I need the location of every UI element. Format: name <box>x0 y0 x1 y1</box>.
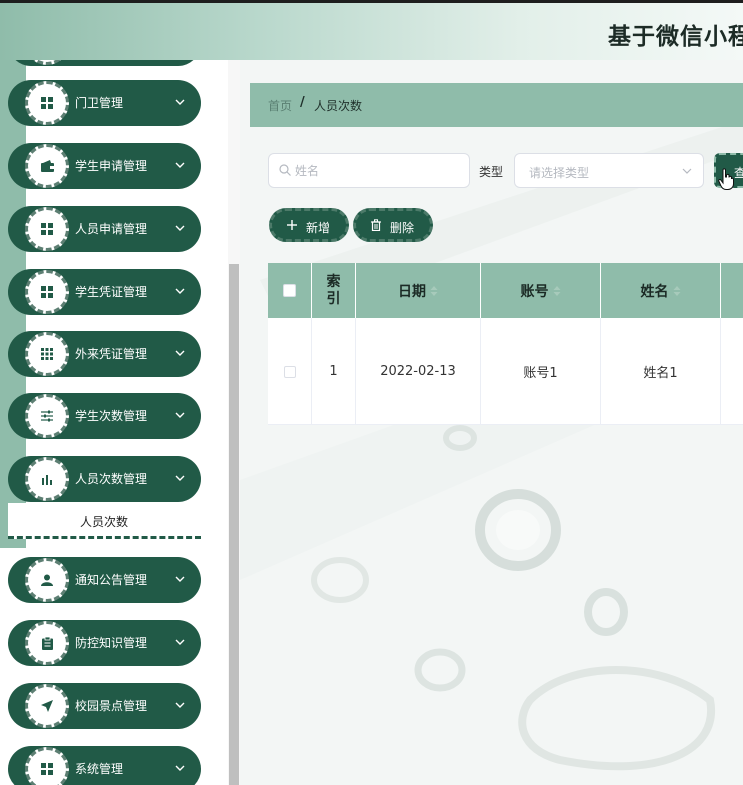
grid-icon <box>25 60 69 65</box>
sidebar-item-student-application[interactable]: 学生申请管理 <box>8 143 201 189</box>
grid-icon <box>25 747 69 785</box>
grid-icon <box>25 270 69 314</box>
delete-button-label: 删除 <box>390 221 415 235</box>
sidebar-menu: 门卫管理 学生申请管理 人员申请管理 学生凭证管理 外来凭证管理 学生次数管理 … <box>0 60 228 785</box>
add-button[interactable]: 新增 <box>269 208 349 242</box>
type-select[interactable]: 请选择类型 <box>514 153 704 188</box>
breadcrumb-separator: / <box>300 95 305 110</box>
chevron-down-icon <box>175 702 185 708</box>
plus-icon <box>287 220 297 230</box>
main-content: 首页 / 人员次数 类型 请选择类型 查 新增 删除 索 引 <box>240 60 743 785</box>
column-header-label: 日期 <box>398 283 426 300</box>
type-select-placeholder: 请选择类型 <box>529 166 590 180</box>
send-icon <box>25 684 69 728</box>
query-button-label: 查 <box>734 166 743 180</box>
wallet-icon <box>25 144 69 188</box>
table-header: 索 引 日期 账号 姓名 <box>268 263 743 318</box>
table-row[interactable]: 1 2022-02-13 账号1 姓名1 <box>268 318 743 425</box>
chevron-down-icon <box>175 162 185 168</box>
column-header-name[interactable]: 姓名 <box>601 263 721 318</box>
top-header: 基于微信小程 <box>0 0 743 60</box>
chevron-down-icon <box>175 576 185 582</box>
sidebar-item-student-count[interactable]: 学生次数管理 <box>8 393 201 439</box>
sidebar-item-label: 人员申请管理 <box>75 222 148 236</box>
sliders-icon <box>25 394 69 438</box>
chevron-down-icon <box>175 288 185 294</box>
chevron-up-icon <box>175 475 185 481</box>
breadcrumb-home[interactable]: 首页 <box>268 97 292 114</box>
sidebar-item-student-credential[interactable]: 学生凭证管理 <box>8 269 201 315</box>
column-header-index-line1: 索 <box>326 273 341 290</box>
cell-account: 账号1 <box>481 318 601 425</box>
breadcrumb-current: 人员次数 <box>314 99 363 113</box>
cell-more <box>721 318 743 425</box>
hand-cursor-icon <box>718 168 734 190</box>
sidebar-item-staff-count[interactable]: 人员次数管理 <box>8 456 201 502</box>
breadcrumb: 首页 / 人员次数 <box>250 83 743 127</box>
search-icon <box>279 164 291 176</box>
cell-name: 姓名1 <box>601 318 721 425</box>
column-header-date[interactable]: 日期 <box>356 263 481 318</box>
sidebar-item-label: 门卫管理 <box>75 96 124 110</box>
submenu-item-label: 人员次数 <box>80 515 129 529</box>
chevron-down-icon <box>175 225 185 231</box>
sidebar-item-prevention-knowledge[interactable]: 防控知识管理 <box>8 620 201 666</box>
chevron-down-icon <box>175 412 185 418</box>
sort-icon[interactable] <box>430 285 438 296</box>
bar-chart-icon <box>25 457 69 501</box>
sidebar-item-label: 学生次数管理 <box>75 409 148 423</box>
column-header-index-line2: 引 <box>326 290 341 307</box>
sidebar-item-gatekeeper[interactable]: 门卫管理 <box>8 80 201 126</box>
submenu-item-staff-count[interactable]: 人员次数 <box>8 503 201 539</box>
sidebar-item-label: 学生申请管理 <box>75 159 148 173</box>
sort-icon[interactable] <box>553 285 561 296</box>
name-search-input[interactable] <box>295 154 465 187</box>
cell-index: 1 <box>312 318 356 425</box>
sidebar-item-label: 学生凭证管理 <box>75 285 148 299</box>
column-header-account[interactable]: 账号 <box>481 263 601 318</box>
sidebar-item-notice[interactable]: 通知公告管理 <box>8 557 201 603</box>
chevron-down-icon <box>175 639 185 645</box>
chevron-down-icon <box>682 168 692 174</box>
grid-icon <box>25 81 69 125</box>
data-table: 索 引 日期 账号 姓名 1 2022-02-13 账号1 姓名1 <box>268 263 743 425</box>
sidebar-item-system[interactable]: 系统管理 <box>8 746 201 785</box>
grid-icon <box>25 207 69 251</box>
trash-icon <box>371 219 381 231</box>
add-button-label: 新增 <box>306 221 331 235</box>
chevron-down-icon <box>175 99 185 105</box>
sidebar-item-staff-application[interactable]: 人员申请管理 <box>8 206 201 252</box>
sidebar-item-label: 系统管理 <box>75 762 124 776</box>
sidebar-item-campus-spots[interactable]: 校园景点管理 <box>8 683 201 729</box>
sidebar-item-hidden[interactable] <box>8 60 201 66</box>
cell-date: 2022-02-13 <box>356 318 481 425</box>
select-all-checkbox[interactable] <box>283 284 296 297</box>
sort-icon[interactable] <box>673 285 681 296</box>
sidebar-item-label: 人员次数管理 <box>75 472 148 486</box>
sidebar-item-label: 防控知识管理 <box>75 636 148 650</box>
column-header-label: 账号 <box>520 283 549 300</box>
sidebar-scrollbar-thumb[interactable] <box>229 264 239 785</box>
clipboard-icon <box>25 621 69 665</box>
apps-icon <box>25 332 69 376</box>
site-title: 基于微信小程 <box>608 24 743 50</box>
sidebar-accent-band-lower <box>0 538 26 548</box>
chevron-down-icon <box>175 765 185 771</box>
user-icon <box>25 558 69 602</box>
sidebar-item-visitor-credential[interactable]: 外来凭证管理 <box>8 331 201 377</box>
sidebar-item-label: 外来凭证管理 <box>75 347 148 361</box>
row-checkbox[interactable] <box>283 365 296 378</box>
column-header-label: 姓名 <box>640 283 669 300</box>
column-header-more <box>721 263 743 318</box>
chevron-down-icon <box>175 350 185 356</box>
delete-button[interactable]: 删除 <box>353 208 433 242</box>
sidebar-item-label: 通知公告管理 <box>75 573 148 587</box>
name-search-field[interactable] <box>268 153 470 188</box>
type-filter-label: 类型 <box>479 165 504 179</box>
column-header-index: 索 引 <box>312 263 356 318</box>
select-all-header <box>268 263 312 318</box>
row-select-cell <box>268 318 312 425</box>
sidebar-item-label: 校园景点管理 <box>75 699 148 713</box>
